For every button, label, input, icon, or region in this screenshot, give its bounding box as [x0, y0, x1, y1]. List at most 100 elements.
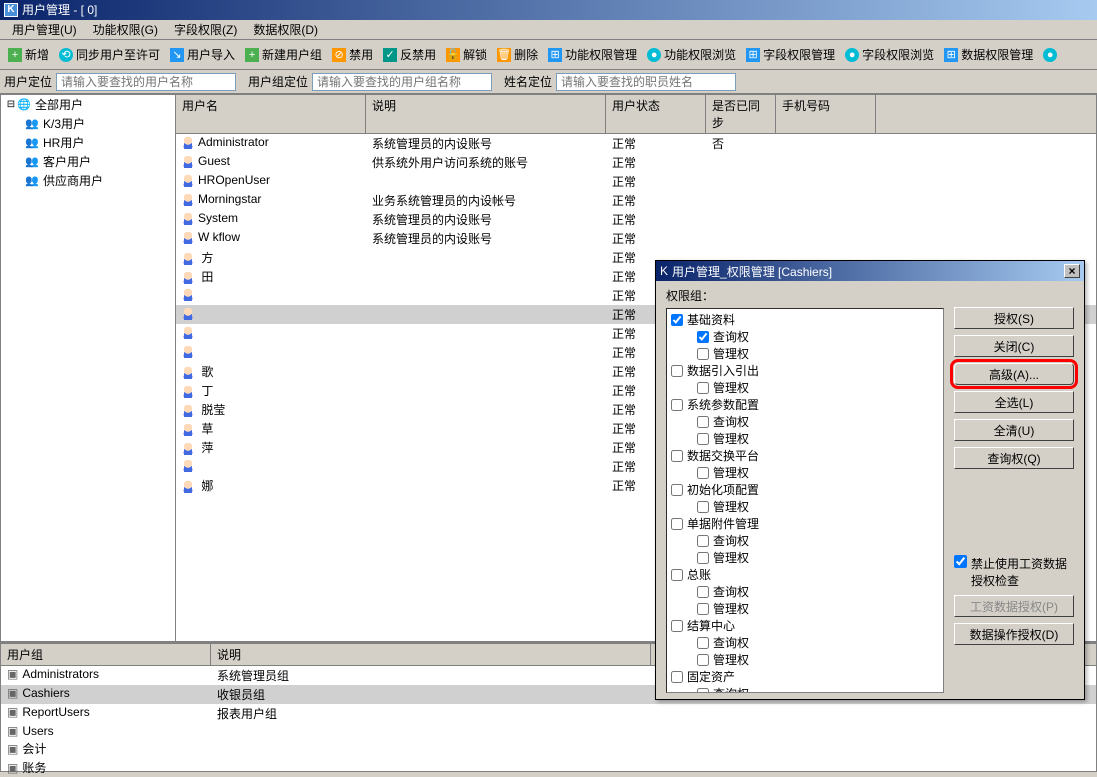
tb-enable[interactable]: ✓反禁用	[379, 44, 440, 65]
perm-checkbox[interactable]	[697, 416, 709, 428]
disable-salary-checkbox[interactable]	[954, 555, 967, 568]
clear-all-button[interactable]: 全清(U)	[954, 419, 1074, 441]
perm-child-node[interactable]: 管理权	[669, 600, 941, 617]
user-row[interactable]: System系统管理员的内设账号正常	[176, 210, 1096, 229]
tb-import[interactable]: ↘用户导入	[166, 44, 239, 65]
perm-checkbox[interactable]	[697, 467, 709, 479]
perm-node[interactable]: 结算中心	[669, 617, 941, 634]
perm-checkbox[interactable]	[697, 552, 709, 564]
group-row[interactable]: ▣Users	[1, 723, 1096, 739]
close-dialog-button[interactable]: 关闭(C)	[954, 335, 1074, 357]
perm-checkbox[interactable]	[671, 671, 683, 683]
tree-hr[interactable]: 👥HR用户	[1, 133, 175, 152]
col-status[interactable]: 用户状态	[606, 95, 706, 133]
tb-func-mgmt[interactable]: ⊞功能权限管理	[544, 44, 641, 65]
perm-child-node[interactable]: 查询权	[669, 685, 941, 693]
col-username[interactable]: 用户名	[176, 95, 366, 133]
perm-checkbox[interactable]	[671, 620, 683, 632]
perm-child-node[interactable]: 管理权	[669, 379, 941, 396]
perm-checkbox[interactable]	[671, 518, 683, 530]
menu-field-perm[interactable]: 字段权限(Z)	[166, 19, 245, 40]
perm-node[interactable]: 初始化项配置	[669, 481, 941, 498]
perm-checkbox[interactable]	[697, 654, 709, 666]
perm-node[interactable]: 系统参数配置	[669, 396, 941, 413]
perm-child-node[interactable]: 管理权	[669, 345, 941, 362]
perm-node[interactable]: 总账	[669, 566, 941, 583]
tb-field-mgmt[interactable]: ⊞字段权限管理	[742, 44, 839, 65]
perm-child-node[interactable]: 查询权	[669, 328, 941, 345]
collapse-icon[interactable]: ⊟	[5, 99, 17, 110]
user-row[interactable]: W kflow系统管理员的内设账号正常	[176, 229, 1096, 248]
name-pos-input[interactable]	[556, 73, 736, 91]
group-row[interactable]: ▣ReportUsers报表用户组	[1, 704, 1096, 723]
perm-checkbox[interactable]	[671, 569, 683, 581]
dialog-titlebar[interactable]: K 用户管理_权限管理 [Cashiers] ×	[656, 261, 1084, 281]
perm-checkbox[interactable]	[697, 637, 709, 649]
perm-checkbox[interactable]	[697, 433, 709, 445]
user-row[interactable]: Administrator系统管理员的内设账号正常否	[176, 134, 1096, 153]
col-sync[interactable]: 是否已同步	[706, 95, 776, 133]
perm-child-node[interactable]: 管理权	[669, 430, 941, 447]
tb-field-browse[interactable]: ●字段权限浏览	[841, 44, 938, 65]
user-row[interactable]: Morningstar业务系统管理员的内设帐号正常	[176, 191, 1096, 210]
perm-node[interactable]: 固定资产	[669, 668, 941, 685]
perm-checkbox[interactable]	[697, 603, 709, 615]
menu-data-perm[interactable]: 数据权限(D)	[245, 19, 326, 40]
perm-child-node[interactable]: 管理权	[669, 498, 941, 515]
perm-child-node[interactable]: 管理权	[669, 464, 941, 481]
tb-delete[interactable]: 🗑删除	[493, 44, 542, 65]
perm-checkbox[interactable]	[671, 399, 683, 411]
tb-func-browse[interactable]: ●功能权限浏览	[643, 44, 740, 65]
tb-unlock[interactable]: 🔓解锁	[442, 44, 491, 65]
perm-child-node[interactable]: 查询权	[669, 532, 941, 549]
perm-child-node[interactable]: 管理权	[669, 549, 941, 566]
select-all-button[interactable]: 全选(L)	[954, 391, 1074, 413]
col-gdesc[interactable]: 说明	[211, 644, 651, 665]
tb-new-group[interactable]: +新建用户组	[241, 44, 326, 65]
data-op-auth-button[interactable]: 数据操作授权(D)	[954, 623, 1074, 645]
perm-child-node[interactable]: 管理权	[669, 651, 941, 668]
user-row[interactable]: HROpenUser正常	[176, 172, 1096, 191]
perm-node[interactable]: 基础资料	[669, 311, 941, 328]
group-row[interactable]: ▣会计	[1, 739, 1096, 758]
perm-checkbox[interactable]	[671, 484, 683, 496]
perm-checkbox[interactable]	[697, 688, 709, 694]
user-pos-input[interactable]	[56, 73, 236, 91]
tree-customer[interactable]: 👥客户用户	[1, 152, 175, 171]
perm-node[interactable]: 单据附件管理	[669, 515, 941, 532]
perm-checkbox[interactable]	[671, 314, 683, 326]
group-row[interactable]: ▣账务	[1, 758, 1096, 777]
tree-supplier[interactable]: 👥供应商用户	[1, 171, 175, 190]
perm-checkbox[interactable]	[697, 331, 709, 343]
menu-user-mgmt[interactable]: 用户管理(U)	[4, 19, 85, 40]
perm-node[interactable]: 数据交换平台	[669, 447, 941, 464]
perm-child-node[interactable]: 查询权	[669, 634, 941, 651]
menu-func-perm[interactable]: 功能权限(G)	[85, 19, 166, 40]
perm-child-node[interactable]: 查询权	[669, 583, 941, 600]
advanced-button[interactable]: 高级(A)...	[954, 363, 1074, 385]
query-perm-button[interactable]: 查询权(Q)	[954, 447, 1074, 469]
tb-disable[interactable]: ⊘禁用	[328, 44, 377, 65]
perm-checkbox[interactable]	[671, 365, 683, 377]
tb-data-mgmt[interactable]: ⊞数据权限管理	[940, 44, 1037, 65]
close-button[interactable]: ×	[1064, 264, 1080, 278]
user-row[interactable]: Guest供系统外用户访问系统的账号正常	[176, 153, 1096, 172]
perm-checkbox[interactable]	[697, 535, 709, 547]
tb-sync[interactable]: ⟲同步用户至许可	[55, 44, 164, 65]
perm-checkbox[interactable]	[671, 450, 683, 462]
perm-checkbox[interactable]	[697, 382, 709, 394]
authorize-button[interactable]: 授权(S)	[954, 307, 1074, 329]
tb-new[interactable]: +新增	[4, 44, 53, 65]
perm-child-node[interactable]: 查询权	[669, 413, 941, 430]
disable-salary-check[interactable]: 禁止使用工资数据授权检查	[954, 555, 1074, 589]
perm-checkbox[interactable]	[697, 586, 709, 598]
tb-more[interactable]: ●	[1039, 46, 1064, 64]
permission-tree[interactable]: 基础资料查询权管理权数据引入引出管理权系统参数配置查询权管理权数据交换平台管理权…	[666, 308, 944, 693]
col-desc[interactable]: 说明	[366, 95, 606, 133]
perm-checkbox[interactable]	[697, 348, 709, 360]
perm-node[interactable]: 数据引入引出	[669, 362, 941, 379]
perm-checkbox[interactable]	[697, 501, 709, 513]
group-pos-input[interactable]	[312, 73, 492, 91]
col-phone[interactable]: 手机号码	[776, 95, 876, 133]
tree-k3[interactable]: 👥K/3用户	[1, 114, 175, 133]
